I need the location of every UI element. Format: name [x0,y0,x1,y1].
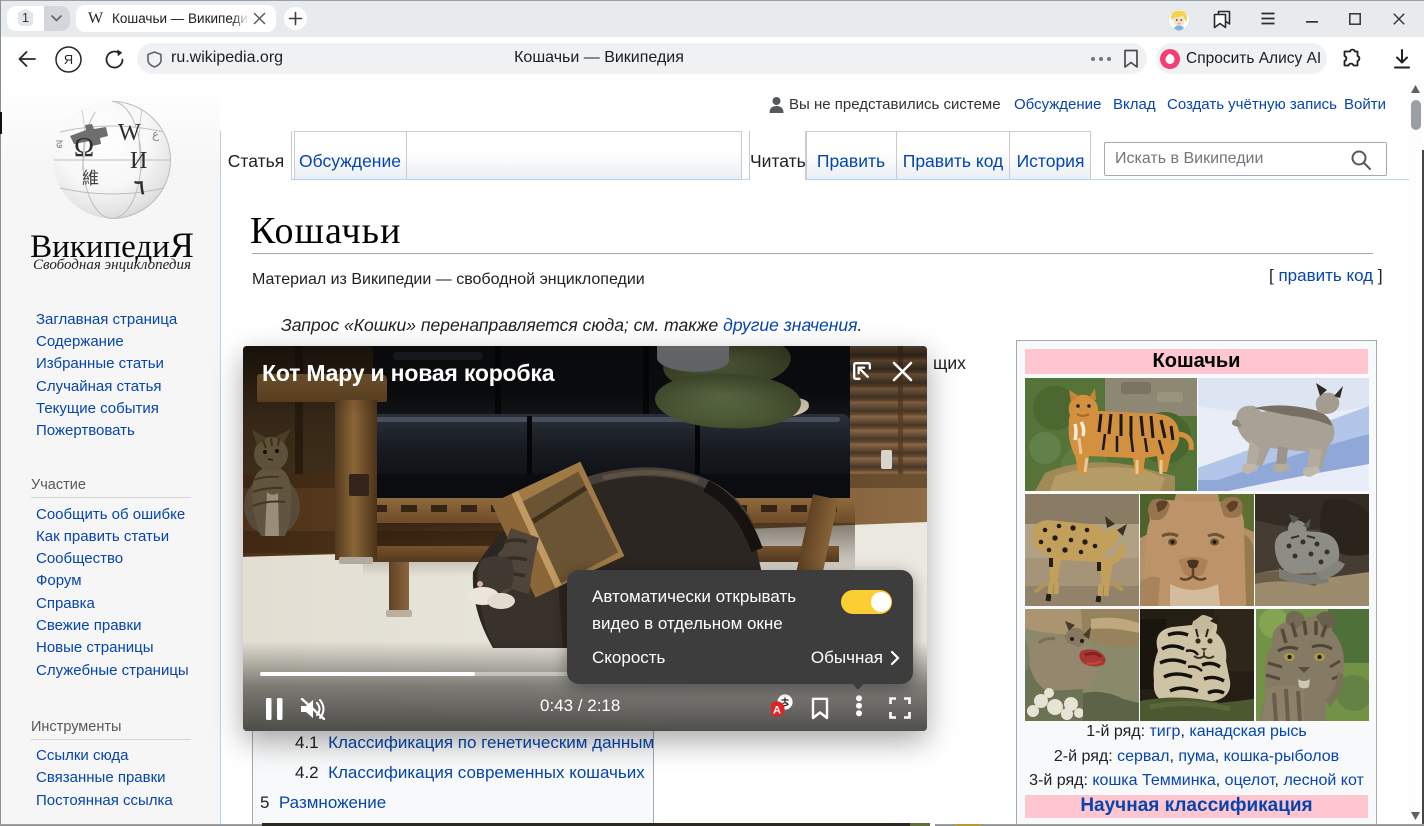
svg-text:ع: ع [152,127,160,141]
svg-text:٦: ٦ [134,177,145,199]
svg-text:維: 維 [82,169,99,188]
svg-text:Ω: Ω [74,132,94,162]
svg-text:Я: Я [64,52,73,67]
svg-text:ढ: ढ [56,137,63,151]
svg-text:W: W [118,120,141,146]
svg-text:И: И [130,148,147,174]
svg-text:A: A [773,705,781,717]
